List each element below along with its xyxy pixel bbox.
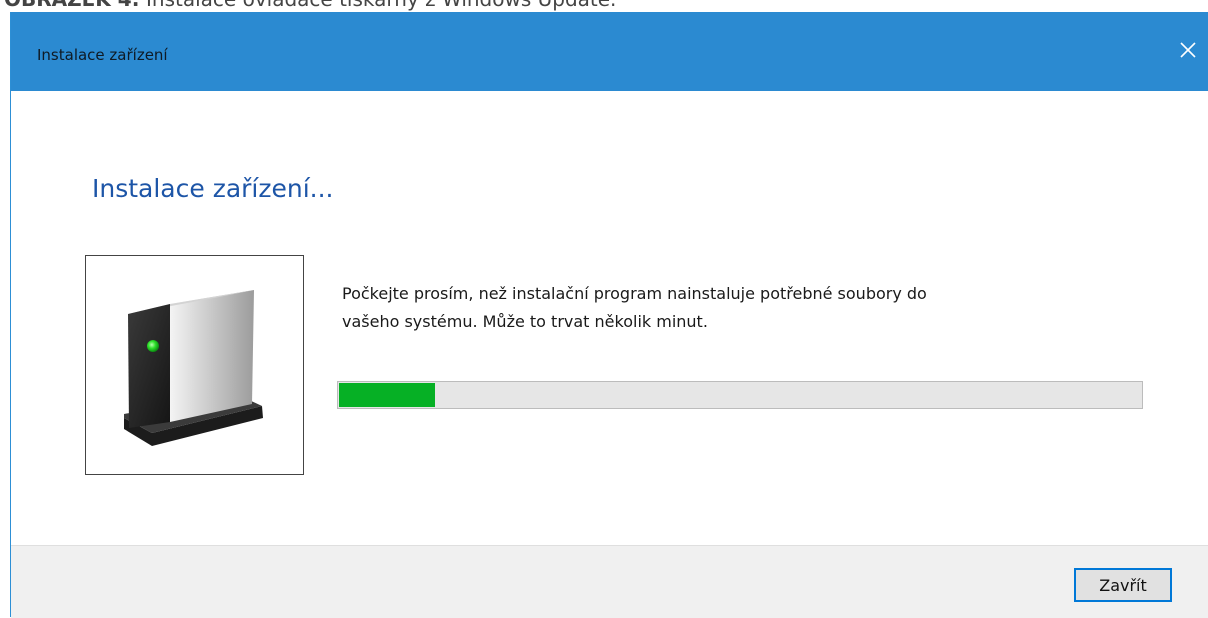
message-line-2: vašeho systému. Může to trvat několik mi… [342,312,708,331]
message-line-1: Počkejte prosím, než instalační program … [342,284,927,303]
device-image-frame [85,255,304,475]
device-install-dialog: Instalace zařízení Instalace zařízení... [10,12,1208,618]
progress-fill [339,383,435,407]
install-progress-bar [337,381,1143,409]
install-message: Počkejte prosím, než instalační program … [342,280,1132,336]
device-tower-icon [124,290,263,446]
close-button[interactable]: Zavřít [1074,568,1172,602]
caption-text: OBRÁZEK 4: Instalace ovladače tiskárny z… [4,0,616,10]
window-title: Instalace zařízení [37,46,168,64]
title-close-button[interactable] [1168,28,1208,72]
page-heading: Instalace zařízení... [92,174,334,203]
caption-body: Instalace ovladače tiskárny z Windows Up… [140,0,616,11]
title-bar[interactable]: Instalace zařízení [11,12,1208,91]
dialog-footer: Zavřít [11,545,1208,618]
caption-lead: OBRÁZEK 4: [4,0,140,11]
figure-caption: OBRÁZEK 4: Instalace ovladače tiskárny z… [0,0,1208,12]
close-x-icon [1180,42,1196,58]
